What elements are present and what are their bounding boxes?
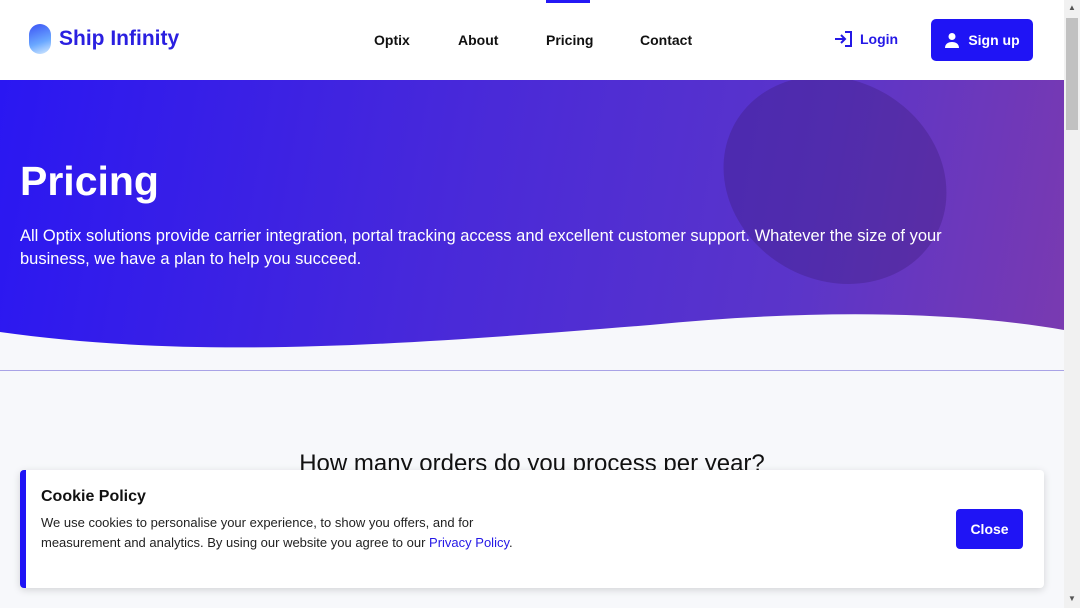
header: Ship Infinity Optix About Pricing Contac… — [0, 0, 1064, 80]
logo-icon — [29, 24, 51, 54]
login-link[interactable]: Login — [834, 31, 898, 47]
signup-label: Sign up — [968, 32, 1020, 48]
nav-about[interactable]: About — [458, 32, 498, 48]
privacy-policy-link[interactable]: Privacy Policy — [429, 535, 509, 550]
logo[interactable]: Ship Infinity — [29, 24, 179, 54]
active-nav-indicator — [546, 0, 590, 3]
nav-pricing[interactable]: Pricing — [546, 32, 593, 48]
scrollbar-thumb[interactable] — [1066, 18, 1078, 130]
cookie-title: Cookie Policy — [41, 488, 146, 505]
wave-divider — [0, 314, 1064, 370]
nav-optix[interactable]: Optix — [374, 32, 410, 48]
cookie-text: We use cookies to personalise your exper… — [41, 513, 521, 553]
cookie-end: . — [509, 535, 513, 550]
signup-button[interactable]: Sign up — [931, 19, 1033, 61]
scroll-down-icon[interactable]: ▼ — [1068, 594, 1076, 603]
divider — [0, 370, 1064, 371]
brand-name: Ship Infinity — [59, 27, 180, 50]
login-icon — [835, 31, 852, 47]
page-title: Pricing — [20, 158, 159, 204]
close-button[interactable]: Close — [956, 509, 1023, 549]
cookie-body: We use cookies to personalise your exper… — [41, 515, 474, 550]
hero-banner: Pricing All Optix solutions provide carr… — [0, 80, 1064, 370]
hero-description: All Optix solutions provide carrier inte… — [20, 227, 942, 268]
login-label: Login — [860, 31, 899, 47]
scroll-up-icon[interactable]: ▲ — [1068, 3, 1076, 12]
decorative-blob — [685, 80, 985, 325]
scrollbar[interactable]: ▲ ▼ — [1064, 0, 1080, 608]
nav-contact[interactable]: Contact — [640, 32, 692, 48]
cookie-banner: Cookie Policy We use cookies to personal… — [20, 470, 1044, 588]
user-icon — [945, 33, 960, 48]
